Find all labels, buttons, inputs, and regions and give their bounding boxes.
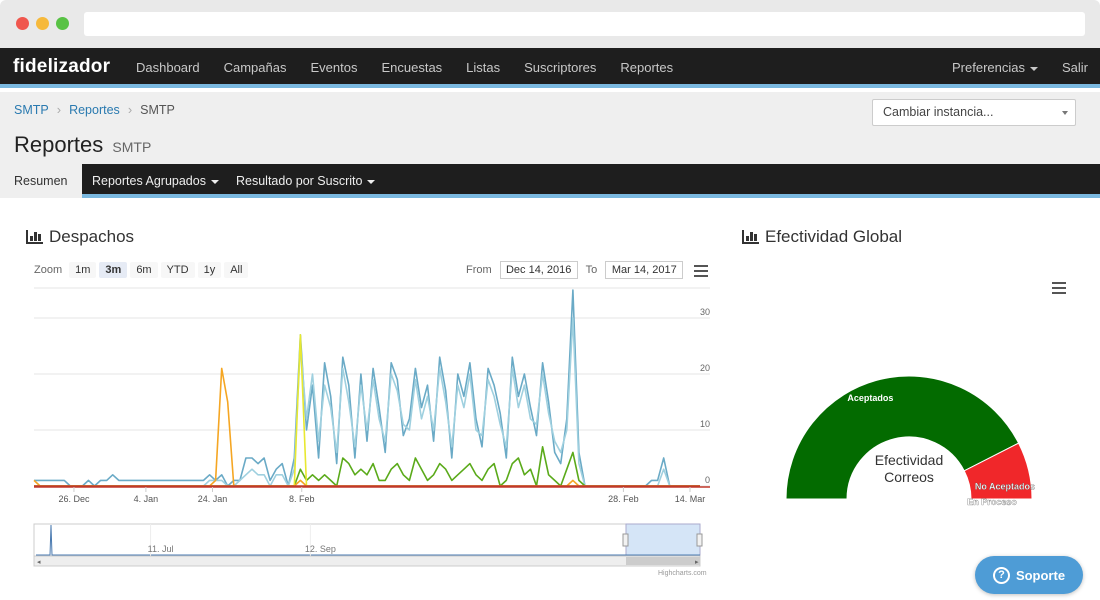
nav-item-reports[interactable]: Reportes	[608, 48, 685, 88]
y-tick-label: 10	[700, 419, 710, 429]
zoom-label: Zoom	[34, 264, 63, 276]
nav-item-campaigns[interactable]: Campañas	[212, 48, 299, 88]
zoom-selector: Zoom 1m 3m 6m YTD 1y All	[34, 262, 249, 278]
navigator-handle-right	[696, 533, 703, 547]
scroll-right-icon: ▸	[695, 559, 699, 566]
nav-item-dashboard[interactable]: Dashboard	[124, 48, 212, 88]
caret-down-icon	[210, 179, 219, 184]
question-circle-icon: ?	[992, 566, 1010, 584]
from-label: From	[466, 264, 492, 276]
top-navbar: fidelizador Dashboard Campañas Eventos E…	[0, 48, 1100, 88]
x-tick-label: 8. Feb	[289, 494, 315, 504]
zoom-6m-button[interactable]: 6m	[130, 262, 158, 278]
logout-link[interactable]: Salir	[1050, 48, 1100, 88]
x-tick-label: 28. Feb	[608, 494, 639, 504]
series-line-1	[34, 317, 700, 487]
gauge-label-2: En Proceso	[967, 497, 1017, 507]
tab-results-by-subscriber[interactable]: Resultado por Suscrito	[222, 164, 389, 198]
page-title: Reportes SMTP	[14, 132, 151, 158]
highcharts-credits[interactable]: Highcharts.com	[658, 570, 707, 577]
date-range: From Dec 14, 2016 To Mar 14, 2017	[466, 261, 691, 279]
instance-select[interactable]: Cambiar instancia...	[872, 99, 1076, 126]
navigator-tick-label: 12. Sep	[305, 544, 336, 554]
maximize-window-button[interactable]	[56, 17, 69, 30]
caret-down-icon	[367, 179, 376, 184]
gauge-label-1: No Aceptados	[975, 481, 1035, 491]
bar-chart-icon	[26, 230, 43, 244]
despachos-title: Despachos	[26, 227, 134, 247]
minimize-window-button[interactable]	[36, 17, 49, 30]
zoom-all-button[interactable]: All	[224, 262, 249, 278]
despachos-title-text: Despachos	[49, 227, 135, 246]
caret-down-icon	[1029, 66, 1038, 71]
x-tick-label: 24. Jan	[198, 494, 228, 504]
report-tabs: Resumen Reportes Agrupados Resultado por…	[0, 164, 1100, 198]
brand-logo[interactable]: fidelizador	[13, 56, 110, 78]
gauge-label-0: Aceptados	[847, 393, 893, 403]
support-button[interactable]: ? Soporte	[975, 556, 1083, 594]
close-window-button[interactable]	[16, 17, 29, 30]
caret-down-icon	[1062, 111, 1068, 115]
series-line-0	[34, 289, 700, 487]
tab-grouped-reports[interactable]: Reportes Agrupados	[78, 164, 233, 198]
breadcrumb-reports-link[interactable]: Reportes	[69, 103, 120, 117]
breadcrumb-smtp-link[interactable]: SMTP	[14, 103, 49, 117]
bar-chart-icon	[742, 230, 759, 244]
navigator-scrollbar	[33, 555, 701, 567]
despachos-menu-icon[interactable]	[694, 265, 708, 277]
zoom-3m-button[interactable]: 3m	[99, 262, 128, 278]
breadcrumb-current: SMTP	[140, 102, 175, 117]
despachos-chart: 0 10 20 30 26. Dec 4. Jan 24. Jan 8. Feb 28. Feb…	[33, 287, 710, 567]
navigator-frame	[33, 523, 701, 557]
efectividad-title: Efectividad Global	[742, 227, 902, 247]
efectividad-title-text: Efectividad Global	[765, 227, 903, 246]
y-tick-label: 0	[705, 475, 710, 485]
chevron-right-icon: ›	[127, 102, 133, 117]
to-label: To	[585, 264, 598, 276]
navigator-scrollbar-thumb	[626, 557, 700, 565]
nav-item-surveys[interactable]: Encuestas	[369, 48, 454, 88]
nav-item-lists[interactable]: Listas	[454, 48, 512, 88]
nav-item-events[interactable]: Eventos	[298, 48, 369, 88]
page-subtitle: SMTP	[112, 139, 152, 155]
preferences-dropdown[interactable]: Preferencias	[940, 48, 1050, 88]
breadcrumb: SMTP › Reportes › SMTP	[14, 102, 175, 117]
y-tick-label: 30	[700, 307, 710, 317]
nav-item-subscribers[interactable]: Suscriptores	[512, 48, 608, 88]
nav-right: Preferencias Salir	[940, 48, 1100, 88]
efectividad-gauge: Aceptados No Aceptados En Proceso Efectivi…	[785, 375, 1035, 507]
x-tick-label: 4. Jan	[134, 494, 159, 504]
address-bar[interactable]	[84, 12, 1085, 36]
navigator-handle-left	[622, 533, 629, 547]
gauge-title-line-2: Correos	[884, 469, 934, 485]
y-tick-label: 20	[700, 363, 710, 373]
navigator-selection	[625, 523, 701, 557]
to-date-input[interactable]: Mar 14, 2017	[605, 261, 684, 279]
tab-summary[interactable]: Resumen	[0, 164, 82, 198]
x-tick-label: 26. Dec	[58, 494, 90, 504]
navigator-tick-label: 11. Jul	[148, 544, 174, 554]
series-line-4	[34, 333, 700, 487]
main-nav: Dashboard Campañas Eventos Encuestas Lis…	[124, 48, 685, 88]
efectividad-menu-icon[interactable]	[1052, 282, 1066, 294]
tab-results-by-subscriber-label: Resultado por Suscrito	[236, 174, 363, 188]
tab-grouped-reports-label: Reportes Agrupados	[92, 174, 206, 188]
from-date-input[interactable]: Dec 14, 2016	[499, 261, 578, 279]
browser-window-chrome	[0, 0, 1100, 48]
instance-select-value: Cambiar instancia...	[883, 105, 994, 119]
preferences-label: Preferencias	[952, 60, 1025, 75]
chevron-right-icon: ›	[56, 102, 62, 117]
x-tick-label: 14. Mar	[675, 494, 706, 504]
page-title-text: Reportes	[14, 132, 104, 157]
gauge-title-line-1: Efectividad	[875, 452, 943, 468]
support-label: Soporte	[1015, 567, 1066, 583]
zoom-1m-button[interactable]: 1m	[69, 262, 97, 278]
zoom-ytd-button[interactable]: YTD	[160, 262, 195, 278]
zoom-1y-button[interactable]: 1y	[197, 262, 222, 278]
page-header: SMTP › Reportes › SMTP Cambiar instancia…	[0, 92, 1100, 164]
scroll-left-icon: ◂	[37, 559, 41, 566]
